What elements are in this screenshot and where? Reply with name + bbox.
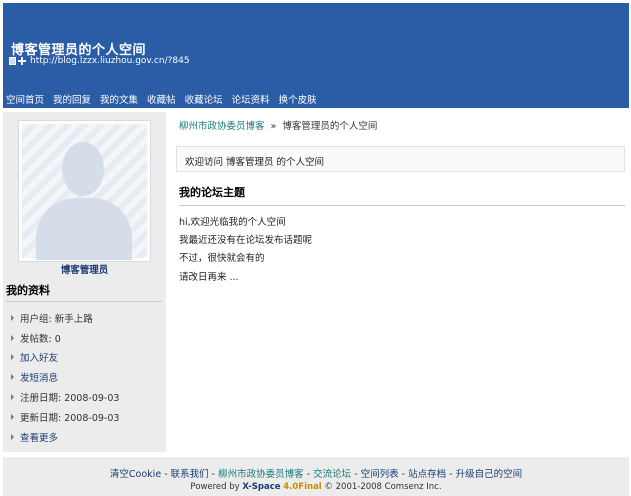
upgrade-space-link[interactable]: 升级自己的空间 xyxy=(456,469,523,480)
forum-link[interactable]: 交流论坛 xyxy=(313,469,351,480)
nav-item-favorite-posts[interactable]: 收藏帖 xyxy=(147,92,176,106)
avatar-head-shape xyxy=(62,142,104,196)
avatar[interactable] xyxy=(18,120,151,262)
breadcrumb-current: 博客管理员的个人空间 xyxy=(282,121,378,132)
forum-topics-heading: 我的论坛主题 xyxy=(179,184,625,206)
forum-line: 我最近还没有在论坛发布话题呢 xyxy=(179,235,313,247)
bullet-icon xyxy=(11,314,14,321)
breadcrumb-separator: » xyxy=(270,121,277,132)
bullet-icon xyxy=(11,413,14,420)
list-item-post-count: 发帖数: 0 xyxy=(11,328,161,348)
breadcrumb: 柳州市政协委员博客 » 博客管理员的个人空间 xyxy=(179,118,377,132)
list-item-update-date: 更新日期: 2008-09-03 xyxy=(11,407,161,427)
page-header: 博客管理员的个人空间 http://blog.lzzx.liuzhou.gov.… xyxy=(3,3,629,108)
profile-list: 用户组: 新手上路 发帖数: 0 加入好友 发短消息 注册日期: 2008-09… xyxy=(11,308,161,447)
url-row: http://blog.lzzx.liuzhou.gov.cn/?845 xyxy=(9,56,190,66)
brand-link[interactable]: X-Space xyxy=(242,482,280,492)
forum-topics-content: hi,欢迎光临我的个人空间 我最近还没有在论坛发布话题呢 不过，很快就会有的 请… xyxy=(179,214,312,287)
send-message-link[interactable]: 发短消息 xyxy=(11,367,161,387)
nav-item-articles[interactable]: 我的文集 xyxy=(100,92,138,106)
profile-name[interactable]: 博客管理员 xyxy=(3,262,166,276)
nav-item-forum-profile[interactable]: 论坛资料 xyxy=(232,92,270,106)
avatar-body-shape xyxy=(36,198,132,260)
bullet-icon xyxy=(11,433,14,440)
breadcrumb-link[interactable]: 柳州市政协委员博客 xyxy=(179,121,265,132)
forum-line: 请改日再来 ... xyxy=(179,271,239,283)
view-more-link[interactable]: 查看更多 xyxy=(11,427,161,447)
version-label: 4.0Final xyxy=(283,482,322,492)
add-friend-link[interactable]: 加入好友 xyxy=(11,348,161,368)
powered-by: Powered by X-Space 4.0Final © 2001-2008 … xyxy=(190,482,442,492)
page-icon xyxy=(9,57,16,65)
contact-us-link[interactable]: 联系我们 xyxy=(171,469,209,480)
clear-cookie-link[interactable]: 清空Cookie xyxy=(110,469,161,480)
nav-item-home[interactable]: 空间首页 xyxy=(6,92,44,106)
profile-sidebar: 博客管理员 我的资料 用户组: 新手上路 发帖数: 0 加入好友 发短消息 注册… xyxy=(3,112,166,452)
page-footer: 清空Cookie - 联系我们 - 柳州市政协委员博客 - 交流论坛 - 空间列… xyxy=(3,457,629,496)
main-nav: 空间首页 我的回复 我的文集 收藏帖 收藏论坛 论坛资料 换个皮肤 xyxy=(6,92,326,106)
list-item-user-group: 用户组: 新手上路 xyxy=(11,308,161,328)
welcome-box: 欢迎访问 博客管理员 的个人空间 xyxy=(176,146,625,172)
forum-line: 不过，很快就会有的 xyxy=(179,253,265,265)
nav-item-change-skin[interactable]: 换个皮肤 xyxy=(279,92,317,106)
list-item-register-date: 注册日期: 2008-09-03 xyxy=(11,387,161,407)
bullet-icon xyxy=(11,394,14,401)
site-home-link[interactable]: 柳州市政协委员博客 xyxy=(218,469,304,480)
nav-item-favorite-forums[interactable]: 收藏论坛 xyxy=(185,92,223,106)
bullet-icon xyxy=(11,354,14,361)
footer-links: 清空Cookie - 联系我们 - 柳州市政协委员博客 - 交流论坛 - 空间列… xyxy=(109,469,523,480)
space-list-link[interactable]: 空间列表 xyxy=(361,469,399,480)
site-archive-link[interactable]: 站点存档 xyxy=(408,469,446,480)
profile-heading: 我的资料 xyxy=(6,282,162,302)
forum-line: hi,欢迎光临我的个人空间 xyxy=(179,217,286,228)
bullet-icon xyxy=(11,334,14,341)
avatar-placeholder xyxy=(22,124,147,260)
plus-icon[interactable] xyxy=(18,57,26,65)
welcome-text: 欢迎访问 博客管理员 的个人空间 xyxy=(185,157,325,168)
space-url[interactable]: http://blog.lzzx.liuzhou.gov.cn/?845 xyxy=(30,56,190,66)
bullet-icon xyxy=(11,374,14,381)
nav-item-replies[interactable]: 我的回复 xyxy=(53,92,91,106)
